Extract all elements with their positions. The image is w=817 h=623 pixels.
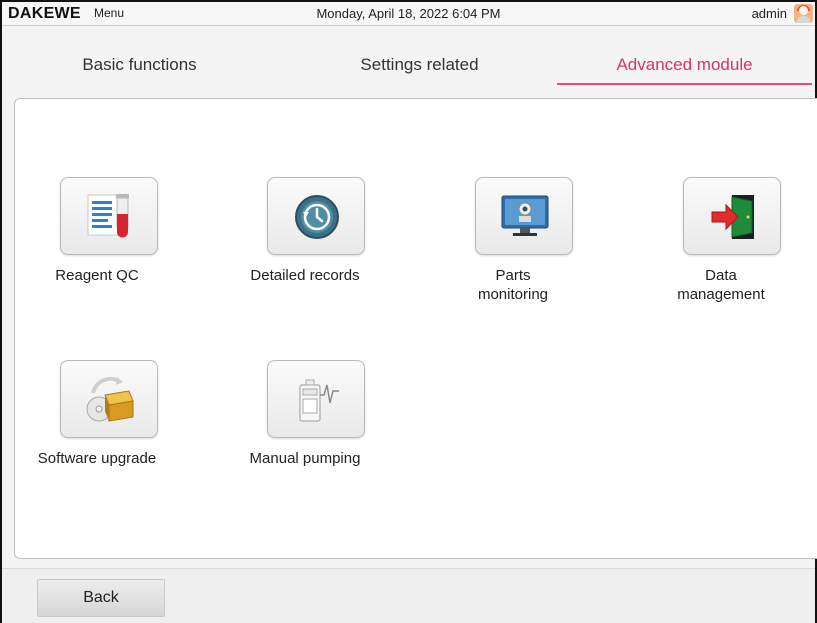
top-status-bar: DAKEWE Menu Monday, April 18, 2022 6:04 …	[2, 2, 815, 26]
reagent-qc-button[interactable]	[60, 177, 158, 255]
parts-monitoring-label-line2: monitoring	[477, 286, 549, 303]
user-avatar-icon[interactable]	[794, 4, 813, 23]
bottom-bar: Back	[2, 568, 815, 623]
module-manual-pumping[interactable]: Manual pumping	[225, 360, 385, 480]
detailed-records-button[interactable]	[267, 177, 365, 255]
tab-bar: Basic functions Settings related Advance…	[2, 27, 815, 87]
door-arrow-icon	[711, 195, 754, 239]
data-management-label-line2: management	[677, 286, 765, 303]
parts-monitoring-label-line1: Parts	[495, 267, 531, 284]
analyzer-pulse-icon	[299, 379, 339, 422]
data-management-label-line1: Data	[705, 267, 737, 284]
tab-basic-functions[interactable]: Basic functions	[12, 27, 267, 87]
manual-pumping-label: Manual pumping	[249, 450, 361, 467]
clock-history-icon	[295, 195, 339, 239]
module-software-upgrade[interactable]: Software upgrade	[17, 360, 177, 480]
reagent-qc-icon	[87, 194, 129, 238]
software-upgrade-button[interactable]	[60, 360, 158, 438]
module-data-management[interactable]: Data management	[641, 177, 801, 317]
module-detailed-records[interactable]: Detailed records	[225, 177, 385, 297]
datetime-display: Monday, April 18, 2022 6:04 PM	[316, 6, 501, 21]
detailed-records-label: Detailed records	[250, 267, 360, 284]
monitor-camera-icon	[501, 195, 549, 236]
package-disc-icon	[86, 376, 134, 422]
parts-monitoring-button[interactable]	[475, 177, 573, 255]
user-name[interactable]: admin	[752, 6, 787, 21]
data-management-button[interactable]	[683, 177, 781, 255]
tab-settings-related[interactable]: Settings related	[292, 27, 547, 87]
module-panel: Reagent QC Detailed records Parts monito…	[14, 98, 817, 559]
app-screen: DAKEWE Menu Monday, April 18, 2022 6:04 …	[0, 0, 817, 623]
software-upgrade-label: Software upgrade	[37, 450, 157, 467]
tab-advanced-module[interactable]: Advanced module	[557, 27, 812, 87]
module-parts-monitoring[interactable]: Parts monitoring	[433, 177, 593, 317]
module-reagent-qc[interactable]: Reagent QC	[17, 177, 177, 297]
manual-pumping-button[interactable]	[267, 360, 365, 438]
back-button[interactable]: Back	[37, 579, 165, 617]
reagent-qc-label: Reagent QC	[55, 267, 139, 284]
